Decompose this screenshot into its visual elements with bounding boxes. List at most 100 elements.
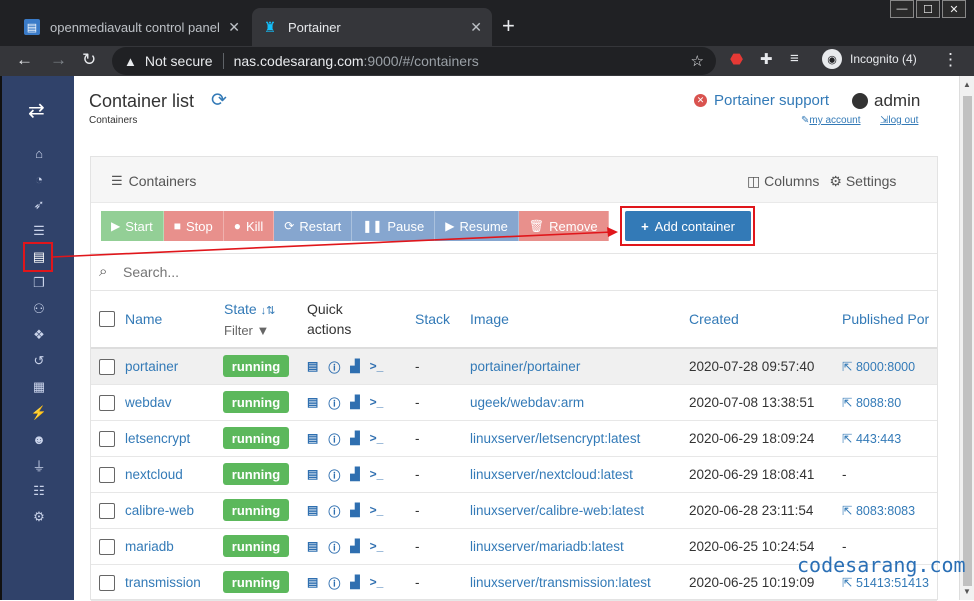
scrollbar-thumb[interactable] <box>963 96 972 586</box>
remove-button[interactable]: 🗑 Remove <box>518 211 609 241</box>
console-icon[interactable]: >_ <box>370 467 384 484</box>
console-icon[interactable]: >_ <box>370 395 384 412</box>
tab-openmediavault[interactable]: ▤ openmediavault control panel - Hom ✕ <box>14 8 250 46</box>
restart-button[interactable]: ⟳ Restart <box>274 211 353 241</box>
users-icon[interactable]: ☻ <box>30 430 48 448</box>
stacks-icon[interactable]: ☰ <box>30 222 48 240</box>
logs-icon[interactable]: ▤ <box>307 575 318 592</box>
endpoints-icon[interactable]: ⏚ <box>30 456 48 474</box>
published-port-link[interactable]: ⇱ 8000:8000 <box>842 359 915 374</box>
table-row[interactable]: calibre-web running ▤ ⓘ ▟ >_ - linuxserver/cali… <box>91 493 937 529</box>
inspect-icon[interactable]: ⓘ <box>328 431 340 448</box>
console-icon[interactable]: >_ <box>370 431 384 448</box>
new-tab-button[interactable]: + <box>502 13 515 39</box>
extensions-icon[interactable]: ⚡ <box>30 404 48 422</box>
stop-button[interactable]: ■ Stop <box>163 211 224 241</box>
stats-icon[interactable]: ▟ <box>350 575 359 592</box>
host-icon[interactable]: ▦ <box>30 378 48 396</box>
switch-endpoint-icon[interactable]: ⇄ <box>28 98 45 123</box>
scroll-down-icon[interactable]: ▼ <box>963 587 971 596</box>
logs-icon[interactable]: ▤ <box>307 359 318 376</box>
logs-icon[interactable]: ▤ <box>307 431 318 448</box>
table-row[interactable]: nextcloud running ▤ ⓘ ▟ >_ - linuxserver/nextcl… <box>91 457 937 493</box>
image-link[interactable]: linuxserver/nextcloud:latest <box>470 467 633 482</box>
table-row[interactable]: letsencrypt running ▤ ⓘ ▟ >_ - linuxserver/lets… <box>91 421 937 457</box>
row-checkbox[interactable] <box>99 503 115 519</box>
logs-icon[interactable]: ▤ <box>307 467 318 484</box>
row-checkbox[interactable] <box>99 575 115 591</box>
tab-portainer[interactable]: ♜ Portainer ✕ <box>252 8 492 46</box>
settings-button[interactable]: ⚙ Settings <box>829 173 896 190</box>
stats-icon[interactable]: ▟ <box>350 467 359 484</box>
close-tab-icon[interactable]: ✕ <box>228 19 240 36</box>
row-checkbox[interactable] <box>99 431 115 447</box>
state-filter-button[interactable]: Filter ▼ <box>224 323 269 338</box>
stats-icon[interactable]: ▟ <box>350 503 359 520</box>
inspect-icon[interactable]: ⓘ <box>328 575 340 592</box>
row-checkbox[interactable] <box>99 539 115 555</box>
row-checkbox[interactable] <box>99 467 115 483</box>
portainer-support-link[interactable]: ✕ Portainer support <box>694 92 829 109</box>
minimize-icon[interactable]: — <box>890 0 914 18</box>
search-input[interactable] <box>123 260 823 284</box>
stats-icon[interactable]: ▟ <box>350 539 359 556</box>
logs-icon[interactable]: ▤ <box>307 395 318 412</box>
forward-icon[interactable]: → <box>50 50 67 70</box>
published-port-link[interactable]: ⇱ 51413:51413 <box>842 575 929 590</box>
row-checkbox[interactable] <box>99 359 115 375</box>
logs-icon[interactable]: ▤ <box>307 503 318 520</box>
inspect-icon[interactable]: ⓘ <box>328 539 340 556</box>
refresh-icon[interactable]: ⟳ <box>211 89 227 112</box>
settings-icon[interactable]: ⚙ <box>30 508 48 526</box>
logs-icon[interactable]: ▤ <box>307 539 318 556</box>
name-column-header[interactable]: Name <box>125 311 162 327</box>
start-button[interactable]: ▶ Start <box>101 211 164 241</box>
inspect-icon[interactable]: ⓘ <box>328 503 340 520</box>
container-name-link[interactable]: mariadb <box>125 539 174 554</box>
inspect-icon[interactable]: ⓘ <box>328 467 340 484</box>
table-row[interactable]: webdav running ▤ ⓘ ▟ >_ - ugeek/webdav:arm 2020-… <box>91 385 937 421</box>
console-icon[interactable]: >_ <box>370 575 384 592</box>
registries-icon[interactable]: ☷ <box>30 482 48 500</box>
container-name-link[interactable]: nextcloud <box>125 467 183 482</box>
state-column-header[interactable]: State ↓⇅ <box>224 301 275 317</box>
reload-icon[interactable]: ↻ <box>82 50 96 70</box>
published-ports-column-header[interactable]: Published Por <box>842 311 929 327</box>
image-link[interactable]: linuxserver/letsencrypt:latest <box>470 431 640 446</box>
networks-icon[interactable]: ⚇ <box>30 300 48 318</box>
select-all-checkbox[interactable] <box>99 311 115 327</box>
created-column-header[interactable]: Created <box>689 311 739 327</box>
my-account-link[interactable]: ✎my account <box>801 115 861 126</box>
published-port-link[interactable]: ⇱ 443:443 <box>842 431 901 446</box>
home-icon[interactable]: ⌂ <box>30 144 48 162</box>
page-scrollbar[interactable]: ▲ ▼ <box>959 76 974 600</box>
image-column-header[interactable]: Image <box>470 311 509 327</box>
images-icon[interactable]: ❐ <box>30 274 48 292</box>
image-link[interactable]: linuxserver/calibre-web:latest <box>470 503 644 518</box>
container-name-link[interactable]: letsencrypt <box>125 431 190 446</box>
app-templates-icon[interactable]: ➶ <box>30 196 48 214</box>
volumes-icon[interactable]: ❖ <box>30 326 48 344</box>
pause-button[interactable]: ❚❚ Pause <box>352 211 436 241</box>
stats-icon[interactable]: ▟ <box>350 359 359 376</box>
image-link[interactable]: linuxserver/transmission:latest <box>470 575 651 590</box>
stats-icon[interactable]: ▟ <box>350 395 359 412</box>
published-port-link[interactable]: ⇱ 8083:8083 <box>842 503 915 518</box>
maximize-icon[interactable]: ☐ <box>916 0 940 18</box>
dashboard-icon[interactable]: ◔ <box>30 170 48 188</box>
columns-button[interactable]: ◫ Columns <box>747 173 819 190</box>
incognito-profile[interactable]: ◉ Incognito (4) <box>822 49 917 69</box>
table-row[interactable]: portainer running ▤ ⓘ ▟ >_ - portainer/portaine… <box>91 349 937 385</box>
extension-shield-icon[interactable]: ⬣ <box>730 50 743 68</box>
log-out-link[interactable]: ⇲log out <box>880 115 918 126</box>
console-icon[interactable]: >_ <box>370 359 384 376</box>
close-window-icon[interactable]: ✕ <box>942 0 966 18</box>
image-link[interactable]: portainer/portainer <box>470 359 580 374</box>
back-icon[interactable]: ← <box>16 50 33 70</box>
console-icon[interactable]: >_ <box>370 539 384 556</box>
resume-button[interactable]: ▶ Resume <box>435 211 519 241</box>
container-name-link[interactable]: calibre-web <box>125 503 194 518</box>
events-icon[interactable]: ↺ <box>30 352 48 370</box>
kill-button[interactable]: ● Kill <box>223 211 275 241</box>
bookmark-star-icon[interactable]: ☆ <box>691 52 704 70</box>
